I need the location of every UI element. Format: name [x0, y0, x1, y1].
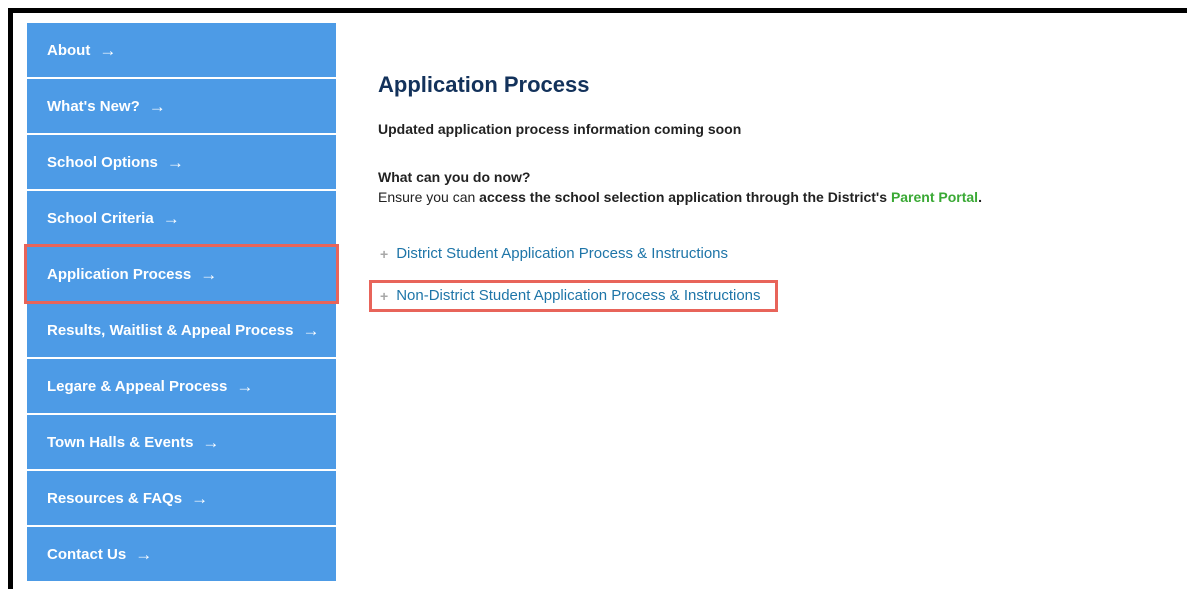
sidebar-item-label: Legare & Appeal Process — [47, 377, 228, 395]
sidebar-item-application-process[interactable]: Application Process → — [27, 247, 336, 301]
sidebar-item-label: Resources & FAQs — [47, 489, 183, 507]
arrow-right-icon: → — [135, 544, 153, 564]
arrow-right-icon: → — [236, 376, 254, 396]
sidebar-nav: About → What's New? → School Options → S… — [27, 23, 336, 583]
accordion-label: Non-District Student Application Process… — [396, 287, 761, 305]
arrow-right-icon: → — [302, 320, 320, 340]
sidebar-item-label: Application Process — [47, 265, 192, 283]
sidebar-item-label: What's New? — [47, 97, 140, 115]
sidebar-item-school-criteria[interactable]: School Criteria → — [27, 191, 336, 245]
main-content: Application Process Updated application … — [378, 72, 1168, 325]
accordion-label: District Student Application Process & I… — [396, 245, 729, 263]
arrow-right-icon: → — [162, 208, 180, 228]
sidebar-item-resources-faqs[interactable]: Resources & FAQs → — [27, 471, 336, 525]
sidebar-item-label: Contact Us — [47, 545, 127, 563]
sidebar-item-legare-appeal[interactable]: Legare & Appeal Process → — [27, 359, 336, 413]
sidebar-item-results-waitlist[interactable]: Results, Waitlist & Appeal Process → — [27, 303, 336, 357]
plus-icon: + — [380, 287, 389, 304]
district-student-accordion[interactable]: + District Student Application Process &… — [378, 241, 738, 267]
sidebar-item-whats-new[interactable]: What's New? → — [27, 79, 336, 133]
ensure-bold: access the school selection application … — [479, 189, 891, 206]
arrow-right-icon: → — [200, 264, 218, 284]
accordion: + District Student Application Process &… — [378, 241, 1168, 309]
sidebar-item-town-halls[interactable]: Town Halls & Events → — [27, 415, 336, 469]
sidebar-item-label: School Options — [47, 153, 158, 171]
sidebar-item-label: Results, Waitlist & Appeal Process — [47, 321, 294, 339]
sidebar-item-label: About — [47, 41, 91, 59]
page-title: Application Process — [378, 72, 590, 97]
ensure-text: Ensure you can access the school selecti… — [378, 188, 1168, 207]
arrow-right-icon: → — [99, 40, 117, 60]
updated-notice: Updated application process information … — [378, 121, 742, 138]
sidebar-item-label: School Criteria — [47, 209, 154, 227]
non-district-student-accordion[interactable]: + Non-District Student Application Proce… — [372, 283, 775, 309]
arrow-right-icon: → — [166, 152, 184, 172]
sidebar-item-label: Town Halls & Events — [47, 433, 194, 451]
sidebar-item-contact-us[interactable]: Contact Us → — [27, 527, 336, 581]
arrow-right-icon: → — [191, 488, 209, 508]
arrow-right-icon: → — [148, 96, 166, 116]
parent-portal-link[interactable]: Parent Portal — [891, 189, 978, 205]
ensure-suffix: . — [978, 189, 982, 206]
plus-icon: + — [380, 245, 389, 262]
arrow-right-icon: → — [202, 432, 220, 452]
what-can-heading: What can you do now? — [378, 169, 531, 186]
ensure-prefix: Ensure you can — [378, 189, 480, 206]
sidebar-item-school-options[interactable]: School Options → — [27, 135, 336, 189]
sidebar-item-about[interactable]: About → — [27, 23, 336, 77]
